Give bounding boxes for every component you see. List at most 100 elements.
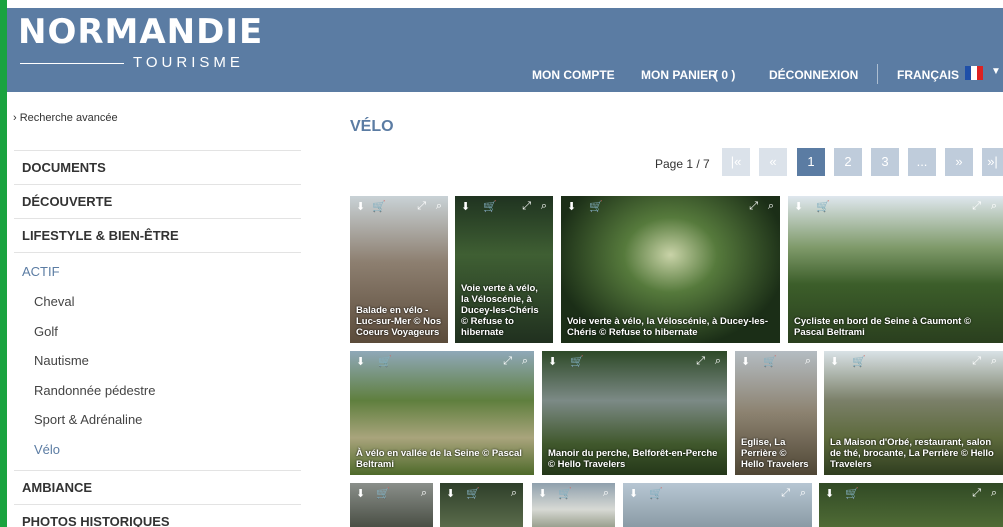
cart-icon[interactable]: 🛒 <box>816 200 830 213</box>
download-icon[interactable]: ⬇ <box>825 487 834 500</box>
sidebar-item-actif[interactable]: ACTIF <box>14 252 301 287</box>
cart-icon[interactable]: 🛒 <box>378 355 392 368</box>
cart-icon[interactable]: 🛒 <box>558 487 572 500</box>
header: NORMANDIE TOURISME MON COMPTE MON PANIER… <box>7 8 1003 92</box>
download-icon[interactable]: ⬇ <box>356 200 365 213</box>
download-icon[interactable]: ⬇ <box>629 487 638 500</box>
zoom-icon[interactable]: ⌕ <box>991 200 997 213</box>
expand-icon[interactable]: ⤢ <box>972 487 981 500</box>
photo-tile[interactable]: ⬇ 🛒 ⌕ <box>350 483 433 527</box>
pager-page-1[interactable]: 1 <box>797 148 825 176</box>
expand-icon[interactable]: ⤢ <box>972 355 981 368</box>
cart-icon[interactable]: 🛒 <box>570 355 584 368</box>
green-edge-strip <box>0 0 7 527</box>
sidebar-subitem-cheval[interactable]: Cheval <box>14 287 301 317</box>
zoom-icon[interactable]: ⌕ <box>522 355 528 368</box>
zoom-icon[interactable]: ⌕ <box>436 200 442 213</box>
download-icon[interactable]: ⬇ <box>567 200 576 213</box>
photo-caption: Voie verte à vélo, la Véloscénie, à Duce… <box>461 283 539 338</box>
cart-icon[interactable]: 🛒 <box>466 487 480 500</box>
photo-tile[interactable]: ⬇ 🛒 ⤢ ⌕ Voie verte à vélo, la Véloscénie, à… <box>455 196 553 343</box>
cart-icon[interactable]: 🛒 <box>483 200 497 213</box>
photo-tile[interactable]: ⬇ 🛒 ⌕ <box>440 483 523 527</box>
zoom-icon[interactable]: ⌕ <box>800 487 806 500</box>
sidebar-item-documents[interactable]: DOCUMENTS <box>14 150 301 184</box>
cart-icon[interactable]: 🛒 <box>376 487 390 500</box>
expand-icon[interactable]: ⤢ <box>781 487 790 500</box>
sidebar-item-ambiance[interactable]: AMBIANCE <box>14 470 301 504</box>
nav-cart-count[interactable]: ( 0 ) <box>714 68 735 82</box>
cart-icon[interactable]: 🛒 <box>845 487 859 500</box>
zoom-icon[interactable]: ⌕ <box>805 355 811 368</box>
download-icon[interactable]: ⬇ <box>794 200 803 213</box>
french-flag-icon[interactable] <box>965 66 983 80</box>
zoom-icon[interactable]: ⌕ <box>991 487 997 500</box>
photo-caption: La Maison d'Orbé, restaurant, salon de t… <box>830 437 994 470</box>
expand-icon[interactable]: ⤢ <box>522 200 531 213</box>
download-icon[interactable]: ⬇ <box>356 487 365 500</box>
photo-caption: Balade en vélo - Luc-sur-Mer © Nos Coeur… <box>356 305 442 338</box>
sidebar-item-decouverte[interactable]: DÉCOUVERTE <box>14 184 301 218</box>
zoom-icon[interactable]: ⌕ <box>603 487 609 500</box>
chevron-down-icon[interactable]: ▼ <box>991 66 1001 77</box>
advanced-search-link[interactable]: › Recherche avancée <box>13 112 118 124</box>
cart-icon[interactable]: 🛒 <box>763 355 777 368</box>
photo-tile[interactable]: ⬇ 🛒 ⤢ ⌕ Voie verte à vélo, la Véloscénie, à… <box>561 196 780 343</box>
photo-tile[interactable]: ⬇ 🛒 ⤢ ⌕ <box>819 483 1003 527</box>
cart-icon[interactable]: 🛒 <box>649 487 663 500</box>
sidebar-item-lifestyle[interactable]: LIFESTYLE & BIEN-ÊTRE <box>14 218 301 252</box>
zoom-icon[interactable]: ⌕ <box>991 355 997 368</box>
cart-icon[interactable]: 🛒 <box>372 200 386 213</box>
photo-tile[interactable]: ⬇ 🛒 ⌕ Eglise, La Perrière © Hello Traveler… <box>735 351 817 475</box>
sidebar-subitem-sport[interactable]: Sport & Adrénaline <box>14 405 301 435</box>
sidebar-subitem-golf[interactable]: Golf <box>14 317 301 347</box>
pager-page-2[interactable]: 2 <box>834 148 862 176</box>
download-icon[interactable]: ⬇ <box>356 355 365 368</box>
download-icon[interactable]: ⬇ <box>461 200 470 213</box>
zoom-icon[interactable]: ⌕ <box>715 355 721 368</box>
nav-account[interactable]: MON COMPTE <box>532 68 615 82</box>
download-icon[interactable]: ⬇ <box>538 487 547 500</box>
nav-cart[interactable]: MON PANIER <box>641 68 717 82</box>
download-icon[interactable]: ⬇ <box>446 487 455 500</box>
photo-tile[interactable]: ⬇ 🛒 ⤢ ⌕ À vélo en vallée de la Seine © Pasc… <box>350 351 534 475</box>
sidebar-item-photos-historiques[interactable]: PHOTOS HISTORIQUES <box>14 504 301 527</box>
sidebar-subitem-randonnee[interactable]: Randonnée pédestre <box>14 376 301 406</box>
pager-ellipsis[interactable]: ... <box>908 148 936 176</box>
zoom-icon[interactable]: ⌕ <box>768 200 774 213</box>
expand-icon[interactable]: ⤢ <box>696 355 705 368</box>
photo-caption: Eglise, La Perrière © Hello Travelers <box>741 437 809 470</box>
photo-tile[interactable]: ⬇ 🛒 ⤢ ⌕ Balade en vélo - Luc-sur-Mer © Nos … <box>350 196 448 343</box>
pager-page-3[interactable]: 3 <box>871 148 899 176</box>
pager-last[interactable]: »| <box>982 148 1003 176</box>
page: NORMANDIE TOURISME MON COMPTE MON PANIER… <box>0 0 1003 527</box>
photo-tile[interactable]: ⬇ 🛒 ⤢ ⌕ Manoir du perche, Belforêt-en-Perch… <box>542 351 727 475</box>
nav-logout[interactable]: DÉCONNEXION <box>769 68 858 82</box>
download-icon[interactable]: ⬇ <box>830 355 839 368</box>
pager-next[interactable]: » <box>945 148 973 176</box>
cart-icon[interactable]: 🛒 <box>589 200 603 213</box>
pager-prev[interactable]: « <box>759 148 787 176</box>
logo-title[interactable]: NORMANDIE <box>18 12 263 52</box>
expand-icon[interactable]: ⤢ <box>503 355 512 368</box>
photo-tile[interactable]: ⬇ 🛒 ⤢ ⌕ Cycliste en bord de Seine à Caumont… <box>788 196 1003 343</box>
sidebar-subitem-velo[interactable]: Vélo <box>14 435 301 465</box>
pager-first[interactable]: |« <box>722 148 750 176</box>
nav-separator <box>877 64 878 84</box>
download-icon[interactable]: ⬇ <box>741 355 750 368</box>
sidebar-subitem-nautisme[interactable]: Nautisme <box>14 346 301 376</box>
photo-tile[interactable]: ⬇ 🛒 ⤢ ⌕ La Maison d'Orbé, restaurant, salon… <box>824 351 1003 475</box>
zoom-icon[interactable]: ⌕ <box>511 487 517 500</box>
expand-icon[interactable]: ⤢ <box>972 200 981 213</box>
expand-icon[interactable]: ⤢ <box>417 200 426 213</box>
zoom-icon[interactable]: ⌕ <box>421 487 427 500</box>
logo-divider <box>20 63 124 64</box>
expand-icon[interactable]: ⤢ <box>749 200 758 213</box>
photo-tile[interactable]: ⬇ 🛒 ⤢ ⌕ <box>623 483 812 527</box>
download-icon[interactable]: ⬇ <box>548 355 557 368</box>
cart-icon[interactable]: 🛒 <box>852 355 866 368</box>
zoom-icon[interactable]: ⌕ <box>541 200 547 213</box>
nav-language[interactable]: FRANÇAIS <box>897 68 959 82</box>
photo-tile[interactable]: ⬇ 🛒 ⌕ <box>532 483 615 527</box>
photo-caption: Voie verte à vélo, la Véloscénie, à Duce… <box>567 316 769 338</box>
